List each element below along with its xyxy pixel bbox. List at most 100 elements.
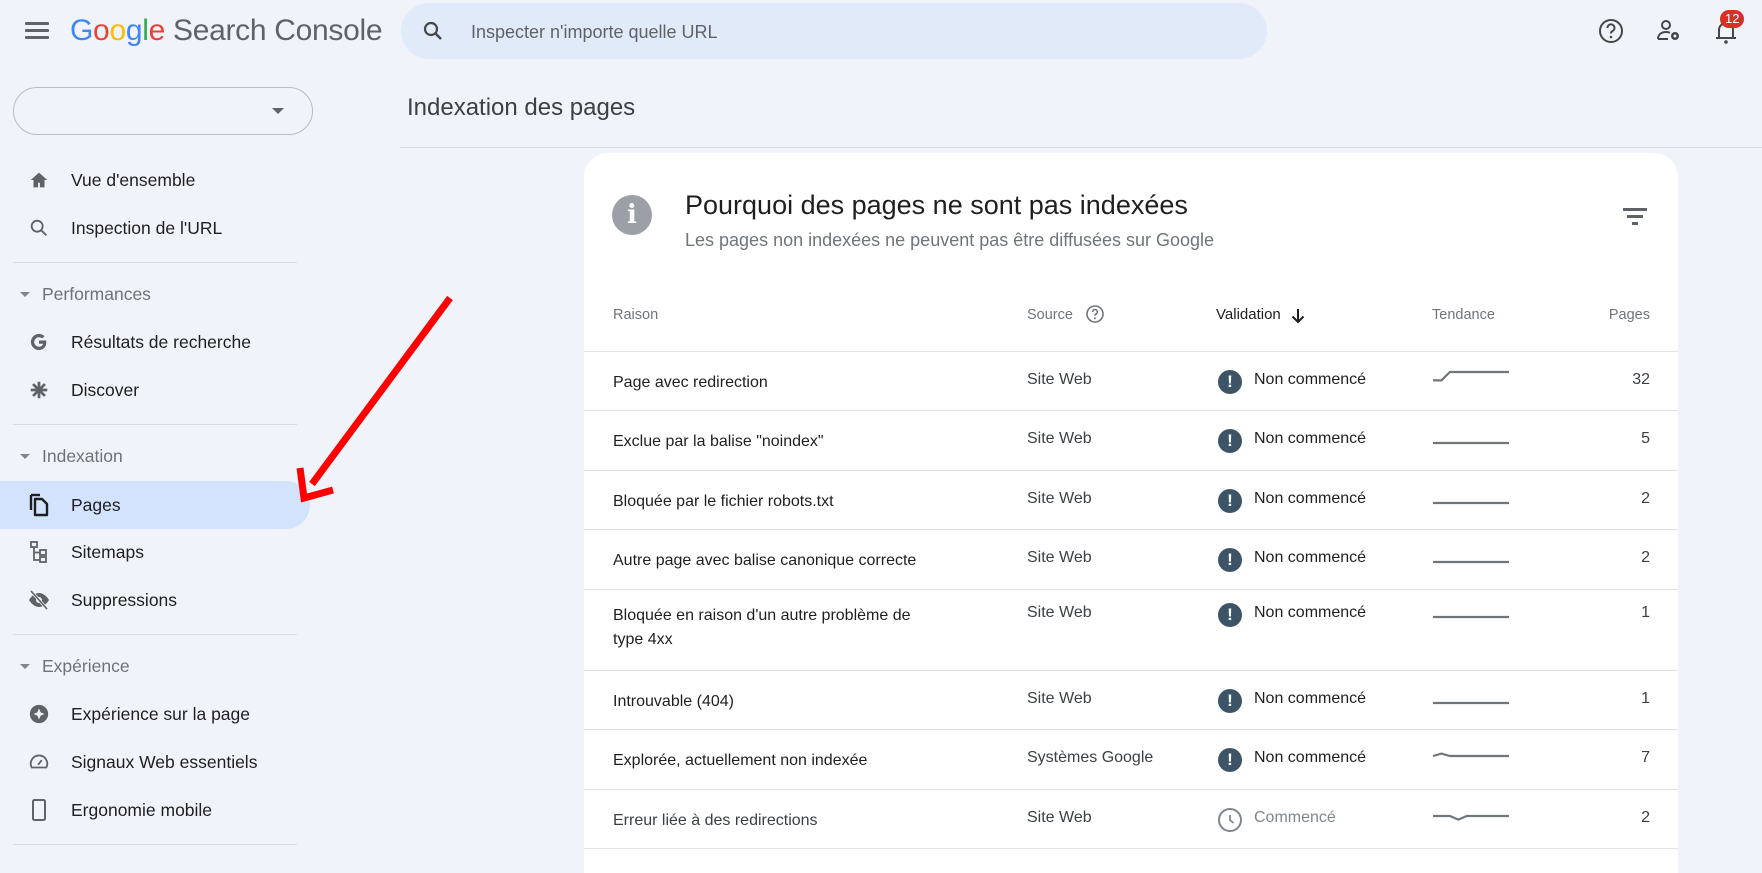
reason-cell: Autre page avec balise canonique correct…	[613, 552, 917, 569]
sort-descending-icon[interactable]	[1290, 307, 1306, 325]
pages-count: 5	[1641, 430, 1650, 447]
column-header-reason[interactable]: Raison	[613, 307, 658, 323]
trend-line	[1433, 814, 1509, 821]
sidebar-item-mobile-usability[interactable]: Ergonomie mobile	[0, 786, 310, 834]
logo-letter: g	[125, 14, 143, 47]
sidebar-item-label: Suppressions	[71, 589, 178, 610]
sidebar-item-label: Inspection de l'URL	[71, 217, 223, 238]
app-logo[interactable]: Google Search Console	[70, 14, 383, 48]
product-name: Search Console	[172, 14, 383, 47]
pages-count: 2	[1641, 489, 1650, 507]
page-experience-icon	[26, 701, 52, 727]
main-menu-button[interactable]	[22, 18, 52, 46]
row-divider	[584, 670, 1678, 671]
trend-sparkline	[1433, 814, 1509, 821]
sidebar-item-sitemaps[interactable]: Sitemaps	[0, 528, 310, 576]
card-title: Pourquoi des pages ne sont pas indexées	[685, 190, 1188, 220]
sidebar-item-label: Ergonomie mobile	[71, 799, 213, 820]
sidebar-item-core-web-vitals[interactable]: Signaux Web essentiels	[0, 738, 310, 786]
pages-count: 1	[1641, 604, 1650, 621]
url-inspection-input[interactable]	[469, 3, 1233, 61]
logo-letter: o	[109, 14, 126, 47]
exclamation-icon: !	[1218, 603, 1242, 627]
source-cell: Site Web	[1027, 808, 1092, 826]
trend-line	[1432, 752, 1509, 758]
source-cell: Site Web	[1027, 430, 1092, 447]
column-header-pages[interactable]: Pages	[1590, 307, 1650, 323]
collapse-caret-icon	[20, 663, 30, 669]
help-icon[interactable]	[1594, 14, 1628, 48]
sidebar-divider	[13, 634, 297, 635]
exclamation-icon: !	[1218, 548, 1242, 572]
row-divider	[584, 529, 1678, 530]
pages-count: 7	[1641, 749, 1650, 766]
row-divider	[584, 848, 1678, 849]
eye-off-icon	[26, 587, 52, 613]
search-icon	[26, 215, 52, 241]
row-divider	[584, 729, 1678, 730]
sidebar-item-discover[interactable]: Discover	[0, 366, 310, 414]
sidebar-section-label: Expérience	[42, 655, 130, 676]
sidebar-item-overview[interactable]: Vue d'ensemble	[0, 156, 310, 204]
column-header-trend: Tendance	[1432, 307, 1495, 323]
sidebar-item-page-experience[interactable]: Expérience sur la page	[0, 690, 310, 738]
collapse-caret-icon	[20, 291, 30, 297]
reason-cell: Explorée, actuellement non indexée	[613, 752, 868, 769]
source-cell: Systèmes Google	[1027, 749, 1154, 766]
validation-status: Non commencé	[1254, 370, 1367, 388]
sidebar-item-url-inspection[interactable]: Inspection de l'URL	[0, 204, 310, 252]
row-divider	[584, 589, 1678, 590]
sidebar-item-label: Expérience sur la page	[71, 703, 250, 724]
validation-status: Non commencé	[1254, 689, 1367, 707]
sidebar-section-indexation[interactable]: Indexation	[0, 436, 300, 476]
url-inspection-search[interactable]	[401, 3, 1267, 61]
google-g-icon	[26, 329, 52, 355]
pages-count: 32	[1632, 370, 1650, 388]
trend-sparkline	[1432, 752, 1509, 758]
filter-icon	[1623, 208, 1647, 211]
reason-cell: Bloquée en raison d'un autre problème de…	[613, 607, 911, 648]
sidebar-section-performances[interactable]: Performances	[0, 274, 300, 314]
sidebar-item-search-results[interactable]: Résultats de recherche	[0, 318, 310, 366]
speed-gauge-icon	[26, 749, 52, 775]
pages-icon	[26, 492, 52, 518]
validation-status: Non commencé	[1254, 604, 1367, 621]
trend-line	[1433, 370, 1509, 381]
row-divider	[584, 789, 1678, 790]
exclamation-icon: !	[1218, 488, 1242, 513]
title-divider	[400, 147, 1762, 148]
sidebar-section-experience[interactable]: Expérience	[0, 646, 300, 686]
sidebar-divider	[13, 844, 297, 845]
sidebar-item-label: Vue d'ensemble	[71, 169, 196, 190]
logo-letter: G	[70, 14, 94, 47]
column-header-source[interactable]: Source	[1027, 307, 1073, 323]
menu-icon	[25, 22, 49, 25]
exclamation-icon: !	[1218, 429, 1242, 453]
row-divider	[584, 351, 1678, 352]
asterisk-icon	[26, 377, 52, 403]
exclamation-icon: !	[1218, 369, 1242, 394]
validation-status: Non commencé	[1254, 749, 1367, 766]
sidebar-section-label: Indexation	[42, 445, 123, 466]
reason-cell: Exclue par la balise "noindex"	[613, 433, 824, 450]
column-header-validation[interactable]: Validation	[1216, 306, 1281, 323]
filter-button[interactable]	[1620, 206, 1650, 232]
source-cell: Site Web	[1027, 489, 1092, 507]
trend-sparkline	[1433, 701, 1509, 704]
trend-sparkline	[1433, 501, 1509, 504]
sidebar-item-pages[interactable]: Pages	[0, 481, 310, 529]
notification-count-badge: 12	[1720, 10, 1745, 28]
property-selector[interactable]	[13, 87, 313, 135]
exclamation-icon: !	[1218, 688, 1242, 713]
validation-status: Commencé	[1254, 808, 1336, 826]
clock-icon	[1218, 807, 1242, 832]
pages-count: 1	[1641, 689, 1650, 707]
sidebar-item-removals[interactable]: Suppressions	[0, 576, 310, 624]
smartphone-icon	[26, 797, 52, 823]
source-cell: Site Web	[1027, 604, 1092, 621]
dropdown-caret-icon	[272, 108, 284, 114]
sidebar-item-label: Pages	[71, 494, 121, 515]
source-help-icon[interactable]	[1085, 304, 1105, 324]
trend-sparkline	[1433, 441, 1509, 445]
user-settings-icon[interactable]	[1652, 14, 1686, 48]
